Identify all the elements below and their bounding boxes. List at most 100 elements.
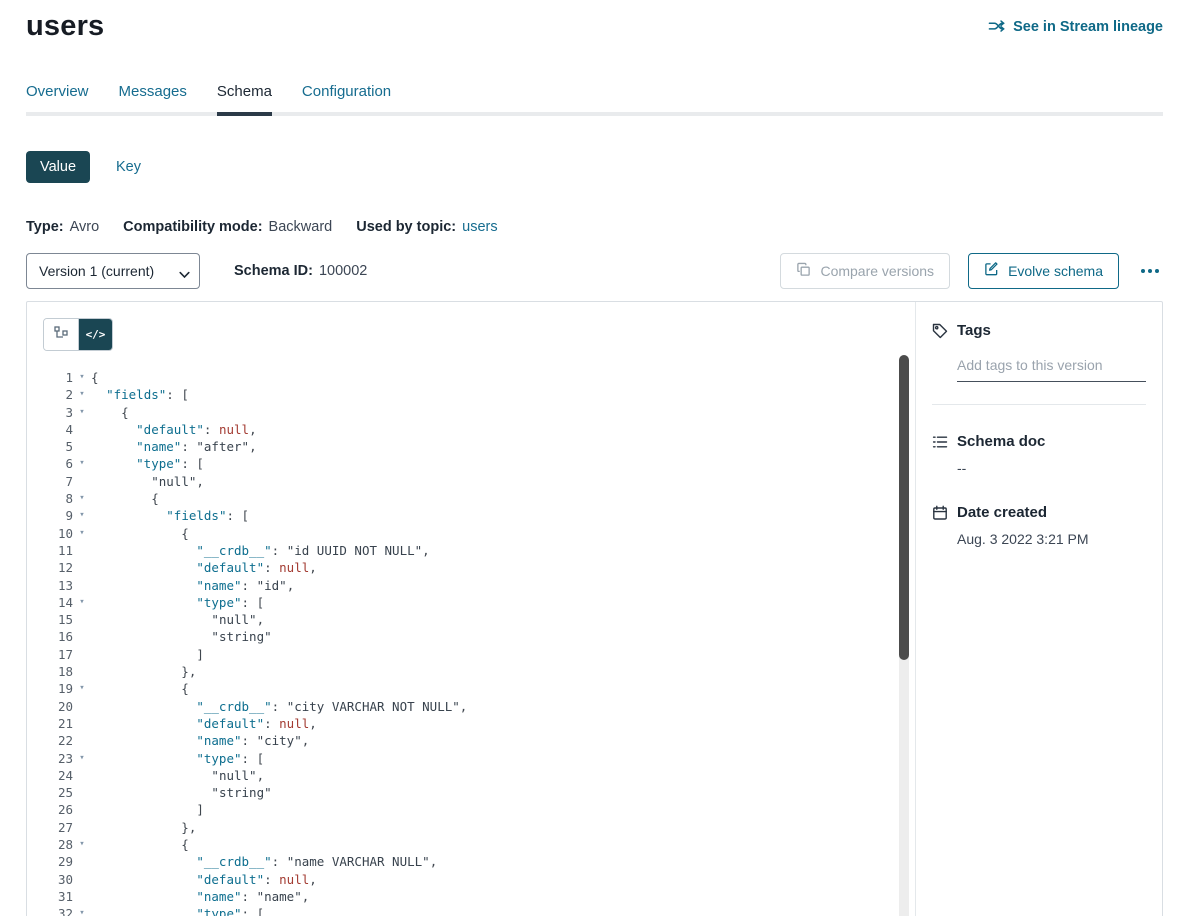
editor-view-toggle: </> bbox=[43, 318, 113, 351]
line-number: 17 bbox=[41, 646, 73, 663]
code-text: "fields": [ bbox=[91, 507, 891, 524]
code-line: 18 }, bbox=[41, 663, 891, 680]
schema-panel: </> 1▾{2▾ "fields": [3▾ {4 "default": nu… bbox=[26, 301, 1163, 916]
line-number: 8 bbox=[41, 490, 73, 507]
stream-lineage-label: See in Stream lineage bbox=[1013, 19, 1163, 35]
line-number: 22 bbox=[41, 732, 73, 749]
code-line: 2▾ "fields": [ bbox=[41, 386, 891, 403]
code-line: 9▾ "fields": [ bbox=[41, 507, 891, 524]
code-line: 29 "__crdb__": "name VARCHAR NULL", bbox=[41, 853, 891, 870]
tab-configuration[interactable]: Configuration bbox=[302, 83, 391, 112]
evolve-schema-button[interactable]: Evolve schema bbox=[968, 253, 1119, 289]
fold-toggle-icon[interactable]: ▾ bbox=[73, 369, 91, 386]
fold-spacer bbox=[73, 698, 91, 715]
schema-id: Schema ID: 100002 bbox=[234, 263, 367, 279]
fold-toggle-icon[interactable]: ▾ bbox=[73, 404, 91, 421]
tree-view-button[interactable] bbox=[44, 319, 78, 350]
code-text: "null", bbox=[91, 611, 891, 628]
more-options-button[interactable] bbox=[1137, 263, 1163, 279]
tree-view-icon bbox=[54, 326, 68, 343]
fold-spacer bbox=[73, 663, 91, 680]
fold-toggle-icon[interactable]: ▾ bbox=[73, 490, 91, 507]
code-line: 27 }, bbox=[41, 819, 891, 836]
code-line: 25 "string" bbox=[41, 784, 891, 801]
schema-id-value: 100002 bbox=[319, 263, 367, 279]
compare-versions-button[interactable]: Compare versions bbox=[780, 253, 950, 289]
tab-messages[interactable]: Messages bbox=[119, 83, 187, 112]
code-line: 23▾ "type": [ bbox=[41, 750, 891, 767]
fold-spacer bbox=[73, 767, 91, 784]
line-number: 15 bbox=[41, 611, 73, 628]
add-tags-input[interactable] bbox=[957, 355, 1146, 382]
line-number: 28 bbox=[41, 836, 73, 853]
tab-schema[interactable]: Schema bbox=[217, 83, 272, 116]
meta-type-label: Type: bbox=[26, 219, 64, 235]
line-number: 32 bbox=[41, 905, 73, 916]
code-text: "default": null, bbox=[91, 421, 891, 438]
code-text: "null", bbox=[91, 473, 891, 490]
fold-toggle-icon[interactable]: ▾ bbox=[73, 386, 91, 403]
fold-spacer bbox=[73, 853, 91, 870]
version-select-wrap: Version 1 (current) bbox=[26, 253, 200, 289]
code-text: { bbox=[91, 404, 891, 421]
fold-spacer bbox=[73, 421, 91, 438]
meta-type-value: Avro bbox=[70, 219, 100, 235]
date-created-title-label: Date created bbox=[957, 504, 1047, 521]
fold-spacer bbox=[73, 871, 91, 888]
code-text: }, bbox=[91, 819, 891, 836]
fold-spacer bbox=[73, 819, 91, 836]
line-number: 7 bbox=[41, 473, 73, 490]
fold-spacer bbox=[73, 438, 91, 455]
fold-toggle-icon[interactable]: ▾ bbox=[73, 750, 91, 767]
fold-toggle-icon[interactable]: ▾ bbox=[73, 905, 91, 916]
line-number: 23 bbox=[41, 750, 73, 767]
tab-overview[interactable]: Overview bbox=[26, 83, 89, 112]
schema-toolbar: Version 1 (current) Schema ID: 100002 Com… bbox=[26, 253, 1163, 289]
schema-doc-icon bbox=[932, 434, 948, 450]
fold-toggle-icon[interactable]: ▾ bbox=[73, 455, 91, 472]
fold-toggle-icon[interactable]: ▾ bbox=[73, 507, 91, 524]
line-number: 10 bbox=[41, 525, 73, 542]
code-scrollbar-track[interactable] bbox=[899, 355, 909, 916]
subtab-key[interactable]: Key bbox=[116, 159, 141, 175]
topic-link[interactable]: users bbox=[462, 219, 497, 235]
code-view-button[interactable]: </> bbox=[78, 319, 112, 350]
fold-toggle-icon[interactable]: ▾ bbox=[73, 680, 91, 697]
fold-toggle-icon[interactable]: ▾ bbox=[73, 836, 91, 853]
meta-compat-label: Compatibility mode: bbox=[123, 219, 262, 235]
stream-lineage-icon bbox=[988, 18, 1005, 35]
fold-spacer bbox=[73, 473, 91, 490]
page: users See in Stream lineage Overview Mes… bbox=[0, 0, 1189, 916]
code-text: "type": [ bbox=[91, 905, 891, 916]
date-created-value: Aug. 3 2022 3:21 PM bbox=[957, 531, 1146, 547]
fold-spacer bbox=[73, 784, 91, 801]
code-line: 14▾ "type": [ bbox=[41, 594, 891, 611]
code-text: "name": "id", bbox=[91, 577, 891, 594]
evolve-schema-icon bbox=[984, 262, 999, 280]
subtab-value[interactable]: Value bbox=[26, 151, 90, 183]
code-line: 7 "null", bbox=[41, 473, 891, 490]
schema-id-label: Schema ID: bbox=[234, 263, 313, 279]
code-scrollbar-thumb[interactable] bbox=[899, 355, 909, 660]
code-line: 22 "name": "city", bbox=[41, 732, 891, 749]
fold-spacer bbox=[73, 577, 91, 594]
code-line: 15 "null", bbox=[41, 611, 891, 628]
code-text: "default": null, bbox=[91, 871, 891, 888]
line-number: 3 bbox=[41, 404, 73, 421]
schema-doc-title: Schema doc bbox=[932, 433, 1146, 450]
code-text: "fields": [ bbox=[91, 386, 891, 403]
code-text: { bbox=[91, 490, 891, 507]
code-text: "__crdb__": "name VARCHAR NULL", bbox=[91, 853, 891, 870]
meta-type: Type: Avro bbox=[26, 219, 99, 235]
fold-spacer bbox=[73, 646, 91, 663]
stream-lineage-link[interactable]: See in Stream lineage bbox=[988, 18, 1163, 35]
line-number: 13 bbox=[41, 577, 73, 594]
meta-topic: Used by topic:users bbox=[356, 219, 497, 235]
version-select[interactable]: Version 1 (current) bbox=[26, 253, 200, 289]
fold-toggle-icon[interactable]: ▾ bbox=[73, 525, 91, 542]
code-line: 5 "name": "after", bbox=[41, 438, 891, 455]
code-line: 32▾ "type": [ bbox=[41, 905, 891, 916]
meta-compatibility: Compatibility mode:Backward bbox=[123, 219, 332, 235]
code-text: ] bbox=[91, 801, 891, 818]
fold-toggle-icon[interactable]: ▾ bbox=[73, 594, 91, 611]
